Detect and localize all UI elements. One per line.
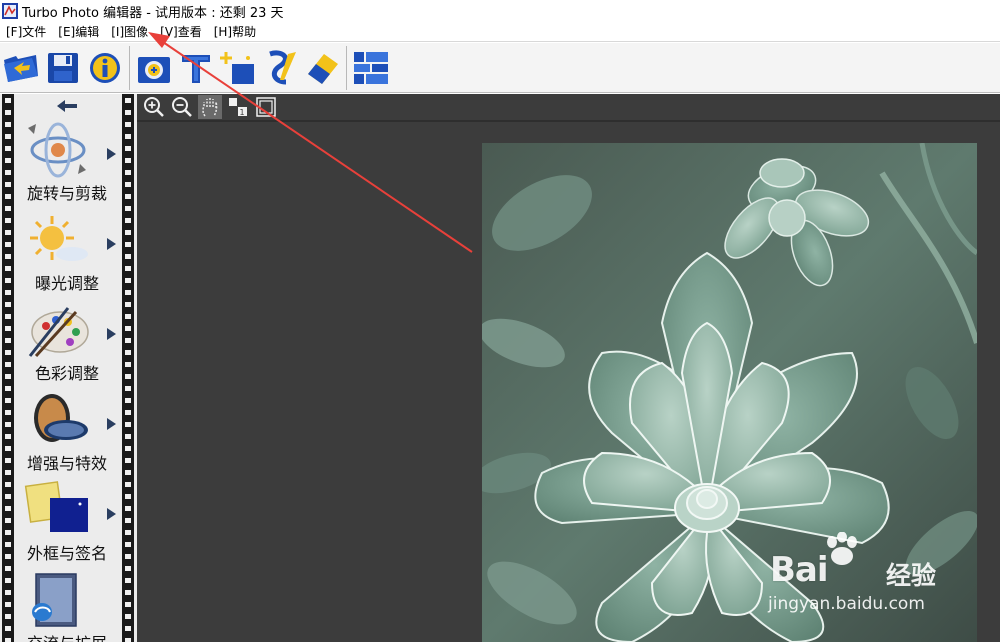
add-photo-button[interactable]	[133, 47, 175, 89]
frame-signature-icon	[24, 481, 88, 532]
zoom-out-button[interactable]	[170, 95, 194, 119]
open-folder-icon	[4, 54, 38, 82]
expand-arrow-icon[interactable]	[107, 328, 116, 340]
watermark-url: jingyan.baidu.com	[768, 594, 925, 614]
sidebar-item-exposure[interactable]: 曝光调整	[14, 210, 120, 298]
expand-arrow-icon[interactable]	[107, 418, 116, 430]
tool-sidebar: 旋转与剪裁 曝光调整 色彩调整 增强与特效 外框与签名	[0, 94, 137, 642]
open-button[interactable]	[0, 47, 42, 89]
sidebar-item-label: 曝光调整	[34, 274, 99, 293]
actual-size-icon: 1	[229, 98, 247, 117]
sidebar-item-color[interactable]: 色彩调整	[14, 300, 120, 388]
view-toolbar: 1	[137, 94, 1000, 122]
toolbar-separator	[346, 45, 347, 90]
watermark-brand: Bai	[770, 550, 829, 590]
zoom-out-icon	[172, 97, 192, 117]
watermark-brand-cn: 经验	[886, 561, 937, 590]
share-extend-icon	[32, 573, 77, 627]
baidu-jingyan-watermark: Bai 经验 jingyan.baidu.com	[760, 532, 1000, 622]
info-icon	[90, 52, 120, 83]
menu-bar: [F]文件 [E]编辑 [I]图像 [V]查看 [H]帮助	[0, 22, 1000, 42]
eraser-icon	[308, 53, 338, 84]
text-button[interactable]	[175, 47, 217, 89]
sidebar-item-label: 色彩调整	[34, 364, 99, 383]
pan-button[interactable]	[198, 95, 222, 119]
sidebar-item-label: 交流与扩展	[14, 630, 120, 642]
title-bar: Turbo Photo 编辑器 - 试用版本 : 还剩 23 天	[0, 0, 1000, 22]
menu-edit[interactable]: [E]编辑	[58, 23, 99, 40]
fit-window-icon	[256, 97, 276, 117]
sidebar-item-label: 外框与签名	[26, 544, 107, 563]
toolbar-separator	[129, 45, 130, 90]
film-strip-left	[2, 94, 14, 642]
zoom-in-button[interactable]	[142, 95, 166, 119]
sidebar-item-enhance[interactable]: 增强与特效	[14, 390, 120, 478]
zoom-in-icon	[144, 97, 164, 117]
paw-logo-icon	[827, 532, 857, 565]
window-title: Turbo Photo 编辑器 - 试用版本 : 还剩 23 天	[22, 5, 284, 21]
expand-arrow-icon[interactable]	[107, 148, 116, 160]
actual-size-button[interactable]: 1	[226, 95, 250, 119]
hand-pan-icon	[202, 98, 218, 117]
menu-file[interactable]: [F]文件	[6, 23, 46, 40]
sparkle-add-button[interactable]	[217, 47, 259, 89]
add-photo-icon	[138, 56, 170, 83]
sidebar-item-frame[interactable]: 外框与签名	[14, 480, 120, 568]
sidebar-item-rotate-crop[interactable]: 旋转与剪裁	[14, 120, 120, 208]
turbo-photo-app-icon	[2, 3, 18, 19]
brush-icon	[269, 50, 296, 84]
expand-arrow-icon[interactable]	[107, 508, 116, 520]
palette-icon	[28, 307, 89, 358]
back-arrow-icon[interactable]	[55, 98, 79, 114]
menu-help[interactable]: [H]帮助	[214, 23, 256, 40]
info-button[interactable]	[84, 47, 126, 89]
main-toolbar	[0, 43, 1000, 93]
save-button[interactable]	[42, 47, 84, 89]
film-strip-right	[122, 94, 134, 642]
menu-view[interactable]: [V]查看	[160, 23, 202, 40]
save-disk-icon	[48, 52, 78, 83]
svg-text:1: 1	[240, 108, 245, 117]
fit-window-button[interactable]	[254, 95, 278, 119]
sidebar-item-share[interactable]: 交流与扩展	[14, 570, 120, 642]
menu-image[interactable]: [I]图像	[111, 23, 148, 40]
sparkle-add-icon	[220, 51, 254, 84]
eraser-button[interactable]	[301, 47, 343, 89]
sidebar-item-label: 旋转与剪裁	[26, 184, 107, 203]
collage-button[interactable]	[350, 47, 392, 89]
grid-layout-icon	[354, 51, 388, 84]
lens-filter-icon	[34, 394, 88, 442]
brush-button[interactable]	[259, 47, 301, 89]
sidebar-item-label: 增强与特效	[26, 454, 107, 473]
exposure-sun-icon	[30, 216, 88, 261]
text-icon	[182, 54, 210, 83]
rotate-crop-icon	[28, 122, 86, 178]
expand-arrow-icon[interactable]	[107, 238, 116, 250]
